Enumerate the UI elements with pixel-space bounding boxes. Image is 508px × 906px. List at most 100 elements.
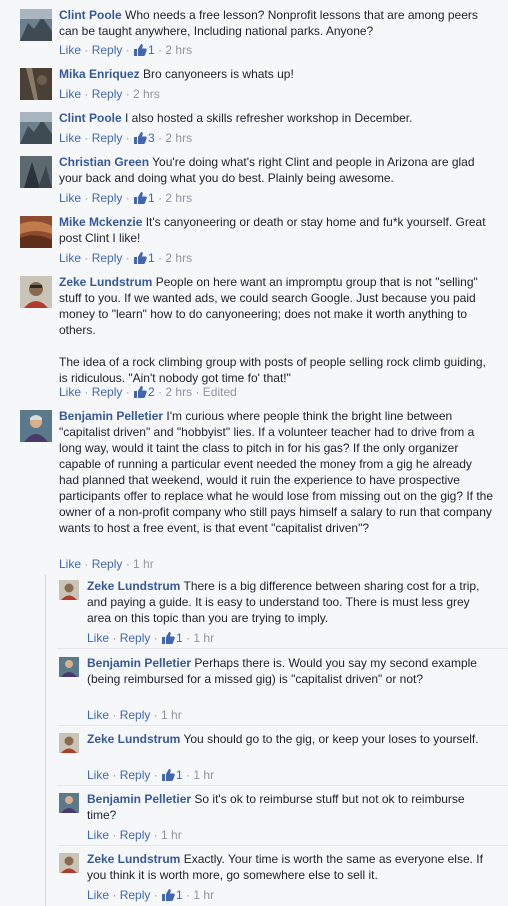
reply-actions: Like · Reply · 1 · 1 hr [87,768,215,782]
like-count[interactable]: 1 [133,43,155,57]
reply-time[interactable]: 1 hr [161,828,182,842]
like-link[interactable]: Like [59,191,81,205]
reply-divider [57,785,508,786]
edited-label[interactable]: Edited [203,385,237,399]
avatar[interactable] [59,793,79,813]
comment-time[interactable]: 2 hrs [133,87,160,101]
like-link[interactable]: Like [87,708,109,722]
reply: Zeke Lundstrum You should go to the gig,… [0,731,508,783]
like-count[interactable]: 1 [161,768,183,782]
like-link[interactable]: Like [59,557,81,571]
comment-author[interactable]: Mike Mckenzie [59,215,142,229]
reply-link[interactable]: Reply [92,557,123,571]
reply: Benjamin Pelletier Perhaps there is. Wou… [0,655,508,723]
reply-actions: Like · Reply · 1 hr [87,708,182,722]
reply-link[interactable]: Reply [92,87,123,101]
comment-author[interactable]: Zeke Lundstrum [59,275,152,289]
avatar[interactable] [59,580,79,600]
avatar[interactable] [20,112,52,144]
comment-text: Bro canyoneers is whats up! [143,67,294,81]
avatar[interactable] [20,156,52,188]
reply-link[interactable]: Reply [120,888,151,902]
comment: Christian Green You're doing what's righ… [0,154,508,210]
comment-author[interactable]: Clint Poole [59,111,122,125]
comment-body: Clint Poole Who needs a free lesson? Non… [59,7,494,39]
comment-text: Who needs a free lesson? Nonprofit lesso… [59,8,478,38]
like-count[interactable]: 2 [133,385,155,399]
comment-time[interactable]: 1 hr [133,557,154,571]
avatar[interactable] [20,68,52,100]
reply-author[interactable]: Zeke Lundstrum [87,732,180,746]
comment: Clint Poole I also hosted a skills refre… [0,110,508,150]
like-count[interactable]: 1 [133,251,155,265]
avatar[interactable] [59,657,79,677]
comment-text: I also hosted a skills refresher worksho… [125,111,413,125]
reply-actions: Like · Reply · 1 · 1 hr [87,888,215,902]
thumbs-up-icon [162,769,175,781]
reply-link[interactable]: Reply [92,385,123,399]
like-count[interactable]: 3 [133,131,155,145]
reply-author[interactable]: Zeke Lundstrum [87,579,180,593]
comment-body: Clint Poole I also hosted a skills refre… [59,110,494,126]
reply-actions: Like · Reply · 1 · 1 hr [87,631,215,645]
reply-link[interactable]: Reply [120,631,151,645]
reply-time[interactable]: 1 hr [193,768,214,782]
reply-link[interactable]: Reply [120,828,151,842]
like-count[interactable]: 1 [161,888,183,902]
reply-author[interactable]: Benjamin Pelletier [87,656,191,670]
avatar[interactable] [59,853,79,873]
reply-divider [57,845,508,846]
like-link[interactable]: Like [87,631,109,645]
comment-body: Mika Enriquez Bro canyoneers is whats up… [59,66,494,82]
reply-link[interactable]: Reply [92,191,123,205]
reply-time[interactable]: 1 hr [193,888,214,902]
comment-time[interactable]: 2 hrs [165,251,192,265]
comment-author[interactable]: Mika Enriquez [59,67,140,81]
avatar[interactable] [20,216,52,248]
avatar[interactable] [59,733,79,753]
like-link[interactable]: Like [59,43,81,57]
comment-author[interactable]: Christian Green [59,155,149,169]
thumbs-up-icon [162,632,175,644]
comment-actions: Like · Reply · 3 · 2 hrs [59,131,193,145]
like-link[interactable]: Like [59,131,81,145]
reply-link[interactable]: Reply [92,251,123,265]
comment-author[interactable]: Clint Poole [59,8,122,22]
comment-actions: Like · Reply · 1 · 2 hrs [59,251,193,265]
comment-time[interactable]: 2 hrs [165,385,192,399]
comment-author[interactable]: Benjamin Pelletier [59,409,163,423]
comment-body: Mike Mckenzie It's canyoneering or death… [59,214,494,246]
comment-body: Zeke Lundstrum People on here want an im… [59,274,494,386]
like-link[interactable]: Like [59,87,81,101]
comment-actions: Like · Reply · 1 · 2 hrs [59,43,193,57]
comment-actions: Like · Reply · 2 hrs [59,87,160,101]
reply-time[interactable]: 1 hr [161,708,182,722]
comment-time[interactable]: 2 hrs [165,191,192,205]
reply-body: Benjamin Pelletier So it's ok to reimbur… [87,791,494,823]
reply-link[interactable]: Reply [120,768,151,782]
comment-time[interactable]: 2 hrs [165,131,192,145]
reply-author[interactable]: Benjamin Pelletier [87,792,191,806]
avatar[interactable] [20,410,52,442]
like-count[interactable]: 1 [133,191,155,205]
thumbs-up-icon [134,252,147,264]
reply-link[interactable]: Reply [92,43,123,57]
thumbs-up-icon [134,192,147,204]
avatar[interactable] [20,276,52,308]
avatar[interactable] [20,9,52,41]
like-count[interactable]: 1 [161,631,183,645]
comment-time[interactable]: 2 hrs [165,43,192,57]
comment-actions: Like · Reply · 2 · 2 hrs · Edited [59,385,237,399]
reply-time[interactable]: 1 hr [193,631,214,645]
reply-author[interactable]: Zeke Lundstrum [87,852,180,866]
reply-link[interactable]: Reply [92,131,123,145]
comment-text: I'm curious where people think the brigh… [59,409,494,535]
like-link[interactable]: Like [59,385,81,399]
reply-body: Benjamin Pelletier Perhaps there is. Wou… [87,655,494,687]
reply-link[interactable]: Reply [120,708,151,722]
thumbs-up-icon [134,132,147,144]
like-link[interactable]: Like [87,828,109,842]
like-link[interactable]: Like [59,251,81,265]
like-link[interactable]: Like [87,888,109,902]
like-link[interactable]: Like [87,768,109,782]
